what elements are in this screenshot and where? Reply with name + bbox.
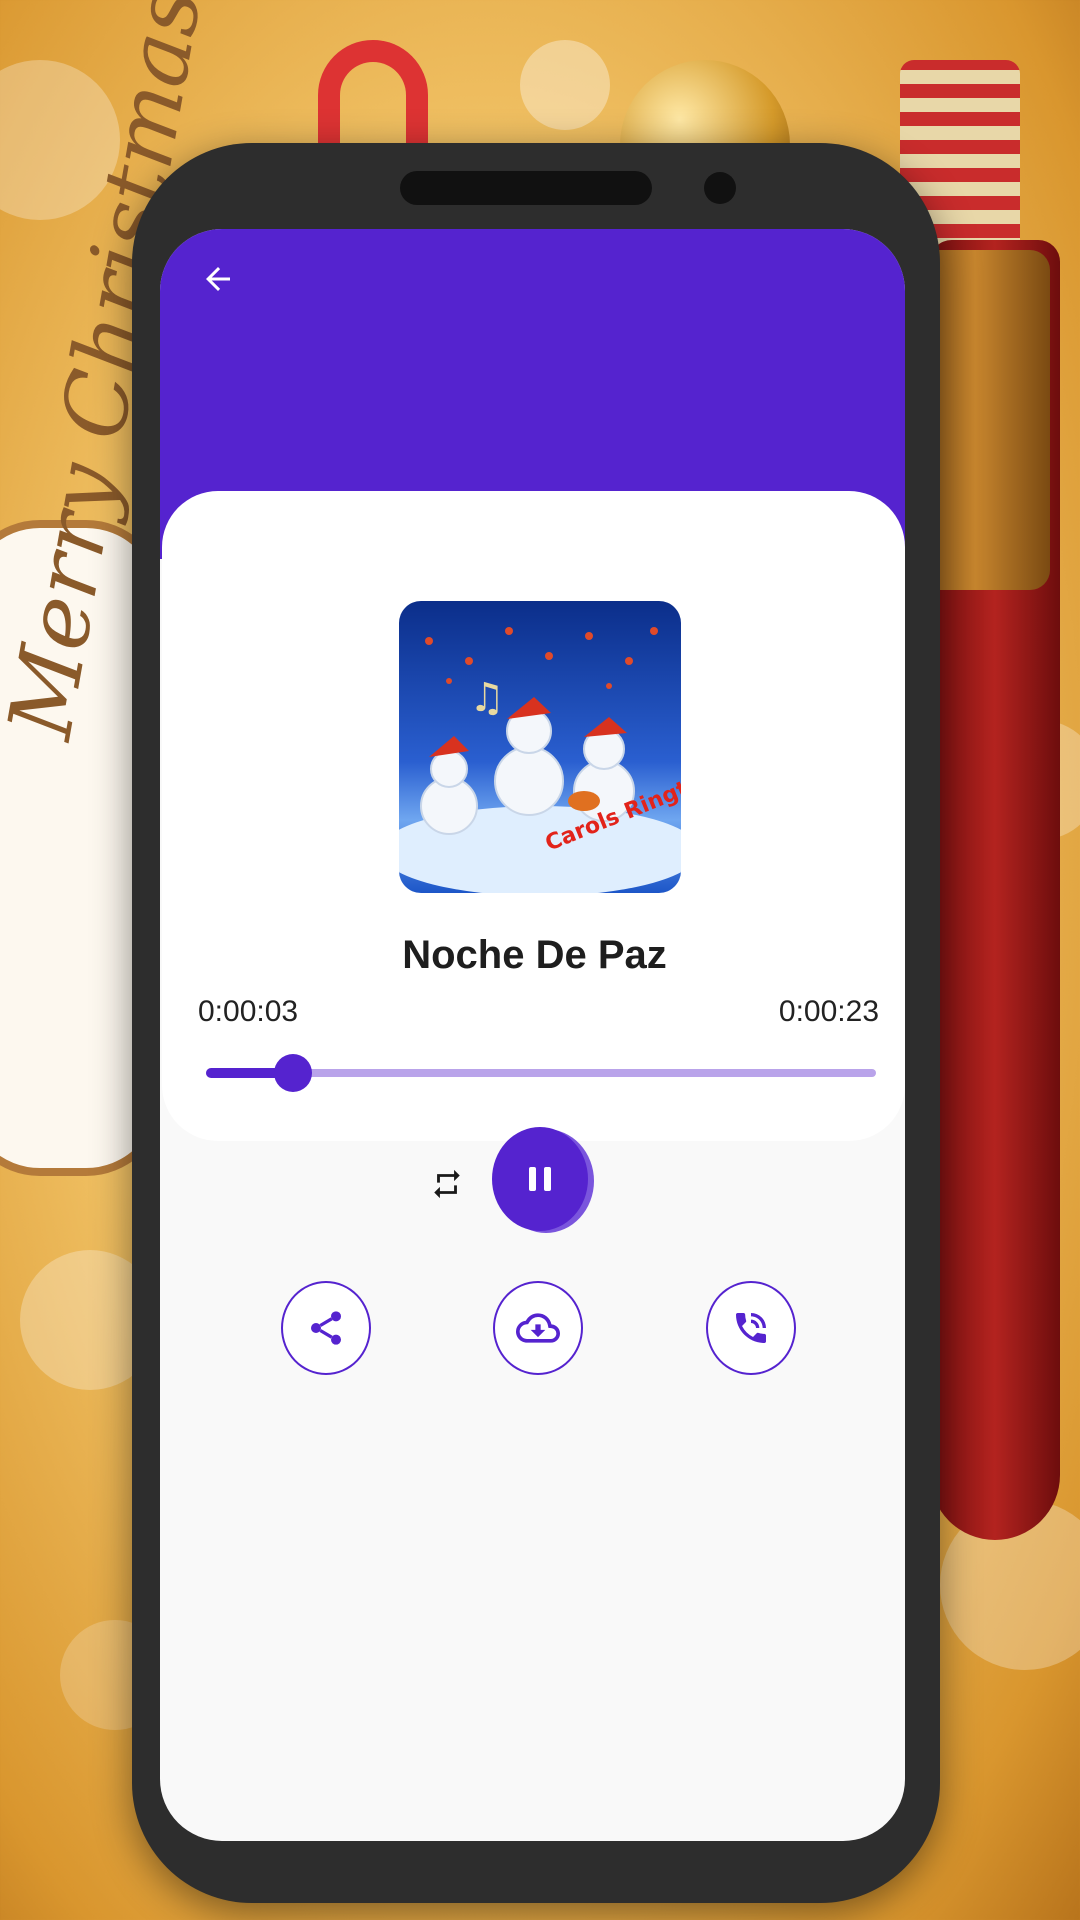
current-time: 0:00:03 [198,995,299,1028]
cloud-download-icon [516,1313,560,1343]
candy-cane-decoration [318,40,428,150]
share-icon [311,1311,341,1345]
album-art-frame: ♫ Carols Ringtones [389,591,691,903]
phone-ring-icon [736,1313,766,1343]
phone-speaker [400,171,652,205]
share-button[interactable] [281,1281,371,1375]
album-art: ♫ Carols Ringtones [399,601,681,893]
set-ringtone-button[interactable] [706,1281,796,1375]
phone-frame: ♫ Carols Ringtones Noche De Paz 0:00:03 … [132,143,940,1903]
repeat-button[interactable] [424,1161,470,1207]
download-button[interactable] [493,1281,583,1375]
total-time: 0:00:23 [778,995,879,1028]
pause-button[interactable] [492,1127,594,1233]
seek-slider[interactable] [206,1051,876,1095]
pause-button-circle [492,1127,588,1231]
app-screen: ♫ Carols Ringtones Noche De Paz 0:00:03 … [160,229,905,1841]
seek-thumb[interactable] [274,1054,313,1092]
bokeh-light [520,40,610,130]
player-card: ♫ Carols Ringtones Noche De Paz 0:00:03 … [162,491,905,1375]
arrow-left-icon [206,267,230,291]
svg-text:♫: ♫ [469,675,505,721]
phone-camera [704,172,736,204]
back-button[interactable] [188,249,248,309]
repeat-icon [434,1169,460,1199]
pause-icon [529,1167,551,1191]
song-title: Noche De Paz [402,933,667,977]
